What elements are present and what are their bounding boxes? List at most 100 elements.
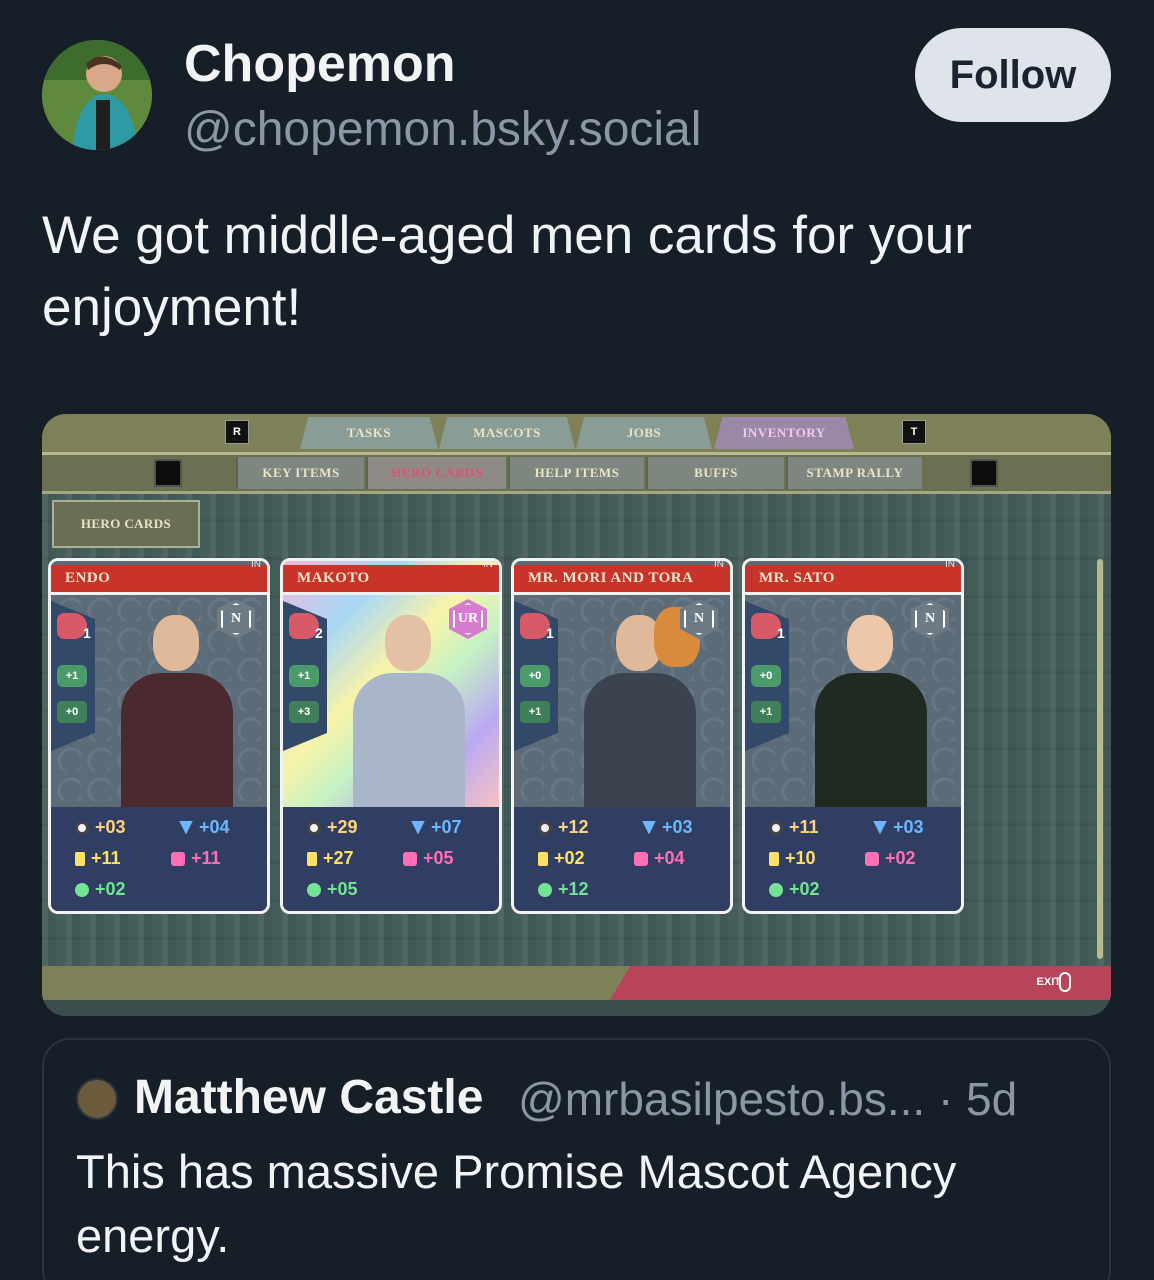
team-icon — [865, 851, 879, 866]
stat-sun: +11 — [769, 817, 819, 838]
paw-icon — [307, 882, 321, 897]
modifier-1: +0 — [751, 665, 781, 687]
hero-portrait — [121, 615, 233, 807]
tab-inventory[interactable]: INVENTORY — [714, 417, 854, 449]
stat-drop: +04 — [179, 817, 230, 838]
bottom-strip — [42, 1000, 1111, 1016]
hero-portrait — [815, 615, 927, 807]
quoted-avatar-icon[interactable] — [76, 1078, 118, 1120]
modifier-1: +1 — [289, 665, 319, 687]
card-name: MR. MORI AND TORA — [514, 565, 730, 595]
paw-icon — [75, 882, 89, 897]
team-icon — [171, 851, 185, 866]
stat-sun: +12 — [538, 817, 589, 838]
tab-buffs[interactable]: BUFFS — [646, 457, 784, 489]
hero-portrait — [353, 615, 465, 807]
stat-sun: +29 — [307, 817, 358, 838]
sun-icon — [75, 820, 89, 835]
modifier-1: +1 — [57, 665, 87, 687]
quoted-text: This has massive Promise Mascot Agency e… — [76, 1145, 957, 1262]
stat-paw: +02 — [769, 879, 820, 900]
card-stats: +29 +07 +27 +05 +05 — [283, 807, 499, 911]
key-hint-left: R — [225, 420, 249, 444]
top-tab-bar: R TASKS MASCOTS JOBS INVENTORY T — [42, 414, 1111, 455]
card-stats: +12 +03 +02 +04 +12 — [514, 807, 730, 911]
hero-card-makoto[interactable]: MAKOTO IN UR 2 +1 +3 +29 +07 +27 +05 +05 — [280, 558, 502, 914]
card-name: MAKOTO — [283, 565, 499, 595]
hand-value: 1 — [546, 625, 554, 641]
drop-icon — [642, 820, 656, 835]
exclaim-icon — [75, 851, 85, 866]
stat-team: +11 — [171, 848, 221, 869]
paw-icon — [769, 882, 783, 897]
quoted-handle-time: @mrbasilpesto.bs... · 5d — [518, 1073, 1018, 1125]
tab-key-items[interactable]: KEY ITEMS — [236, 457, 364, 489]
mouse-icon — [1059, 972, 1071, 992]
drop-icon — [179, 820, 193, 835]
user-avatar-icon — [42, 40, 152, 150]
stat-drop: +03 — [873, 817, 924, 838]
drop-icon — [873, 820, 887, 835]
hero-card-sato[interactable]: MR. SATO IN N 1 +0 +1 +11 +03 +10 +02 +0… — [742, 558, 964, 914]
stat-drop: +07 — [411, 817, 462, 838]
card-stats: +11 +03 +10 +02 +02 — [745, 807, 961, 911]
modifier-1: +0 — [520, 665, 550, 687]
team-icon — [634, 851, 648, 866]
stat-sun: +03 — [75, 817, 126, 838]
author-display-name[interactable]: Chopemon — [184, 34, 456, 94]
exclaim-icon — [307, 851, 317, 866]
hero-portrait — [584, 607, 700, 807]
in-tag: IN — [251, 559, 261, 570]
stat-paw: +12 — [538, 879, 589, 900]
stat-bang: +10 — [769, 848, 816, 869]
post-text: We got middle-aged men cards for your en… — [42, 206, 972, 337]
modifier-2: +1 — [751, 701, 781, 723]
key-hint-right: T — [902, 420, 926, 444]
hand-value: 1 — [83, 625, 91, 641]
tab-help-items[interactable]: HELP ITEMS — [508, 457, 644, 489]
hero-card-endo[interactable]: ENDO IN N 1 +1 +0 +03 +04 +11 +11 +02 — [48, 558, 270, 914]
card-name: ENDO — [51, 565, 267, 595]
scrollbar[interactable] — [1097, 559, 1103, 959]
section-title: HERO CARDS — [52, 500, 200, 548]
stat-team: +05 — [403, 848, 454, 869]
modifier-2: +3 — [289, 701, 319, 723]
sun-icon — [538, 820, 552, 835]
hand-value: 1 — [777, 625, 785, 641]
author-handle[interactable]: @chopemon.bsky.social — [184, 102, 701, 157]
stat-bang: +11 — [75, 848, 121, 869]
modifier-2: +1 — [520, 701, 550, 723]
stat-team: +02 — [865, 848, 916, 869]
stat-team: +04 — [634, 848, 685, 869]
drop-icon — [411, 820, 425, 835]
author-avatar[interactable] — [42, 40, 152, 150]
tab-mascots[interactable]: MASCOTS — [439, 417, 575, 449]
tab-stamp-rally[interactable]: STAMP RALLY — [786, 457, 922, 489]
key-hint-block-left — [154, 459, 182, 487]
stat-bang: +02 — [538, 848, 585, 869]
sun-icon — [769, 820, 783, 835]
exit-label[interactable]: EXIT — [1037, 976, 1061, 988]
exclaim-icon — [538, 851, 548, 866]
hero-card-mori-tora[interactable]: MR. MORI AND TORA IN N 1 +0 +1 +12 +03 +… — [511, 558, 733, 914]
tab-hero-cards[interactable]: HERO CARDS — [366, 457, 506, 489]
quoted-post[interactable]: Matthew Castle @mrbasilpesto.bs... · 5d … — [42, 1038, 1111, 1280]
follow-button[interactable]: Follow — [915, 28, 1111, 122]
paw-icon — [538, 882, 552, 897]
quoted-display-name[interactable]: Matthew Castle — [134, 1070, 483, 1125]
modifier-2: +0 — [57, 701, 87, 723]
stat-paw: +05 — [307, 879, 358, 900]
card-name: MR. SATO — [745, 565, 961, 595]
stat-drop: +03 — [642, 817, 693, 838]
card-stats: +03 +04 +11 +11 +02 — [51, 807, 267, 911]
tab-jobs[interactable]: JOBS — [576, 417, 712, 449]
post-image[interactable]: R TASKS MASCOTS JOBS INVENTORY T KEY ITE… — [42, 414, 1111, 1016]
hand-value: 2 — [315, 625, 323, 641]
key-hint-block-right — [970, 459, 998, 487]
in-tag: IN — [945, 559, 955, 570]
stat-paw: +02 — [75, 879, 126, 900]
in-tag: IN — [714, 559, 724, 570]
stat-bang: +27 — [307, 848, 354, 869]
tab-tasks[interactable]: TASKS — [300, 417, 438, 449]
team-icon — [403, 851, 417, 866]
